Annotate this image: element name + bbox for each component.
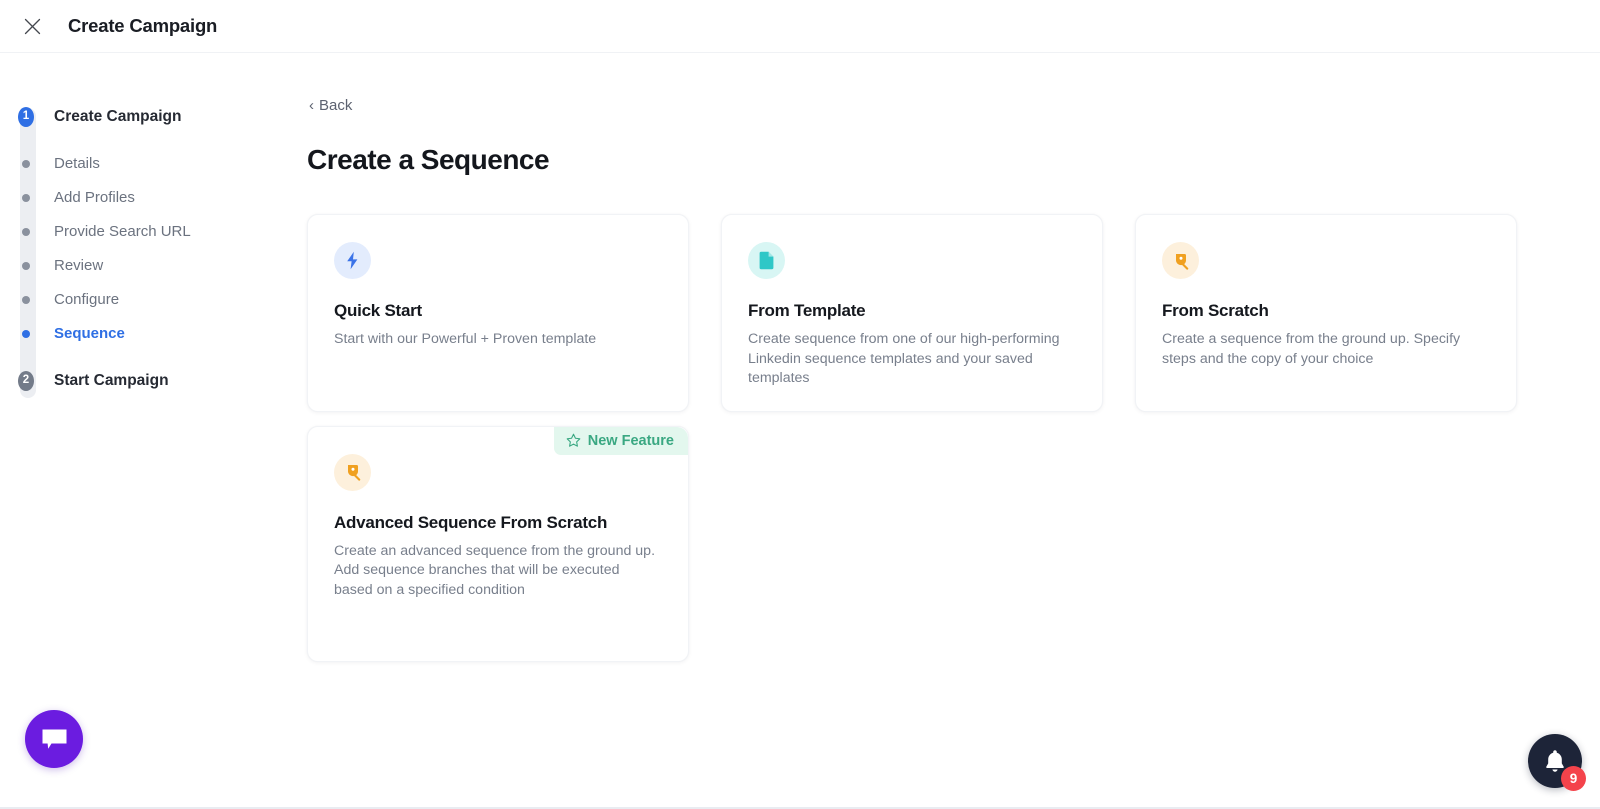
sidebar-item-label: Configure	[54, 291, 120, 309]
modal-header: Create Campaign	[0, 0, 1600, 53]
sidebar-item-label: Add Profiles	[54, 189, 135, 207]
step-marker	[18, 330, 34, 338]
step-marker	[18, 160, 34, 168]
star-icon	[566, 433, 581, 448]
sidebar-item-label: Review	[54, 257, 104, 275]
sidebar-item-configure[interactable]: Configure	[18, 283, 290, 317]
chevron-left-icon: ‹	[309, 97, 314, 114]
bell-icon	[1546, 750, 1564, 772]
step-marker	[18, 296, 34, 304]
page-title: Create Campaign	[68, 15, 218, 36]
main-content: ‹ Back Create a Sequence Quick Start Sta…	[290, 53, 1600, 807]
sidebar-item-label: Provide Search URL	[54, 223, 191, 241]
document-icon	[748, 242, 785, 279]
card-title: From Scratch	[1162, 301, 1269, 320]
lightning-bolt-icon	[334, 242, 371, 279]
new-feature-badge: New Feature	[553, 426, 688, 455]
campaign-stepper: 1 Create Campaign Details Add Profiles P…	[0, 100, 290, 398]
step-dot	[22, 194, 30, 202]
card-from-template[interactable]: From Template Create sequence from one o…	[721, 214, 1103, 412]
new-feature-badge-label: New Feature	[587, 432, 674, 449]
back-button-label: Back	[319, 97, 353, 114]
step-dot	[22, 160, 30, 168]
close-icon[interactable]	[15, 9, 49, 43]
card-quick-start[interactable]: Quick Start Start with our Powerful + Pr…	[307, 214, 689, 412]
notifications-button[interactable]: 9	[1528, 734, 1586, 791]
step-marker	[18, 262, 34, 270]
create-campaign-modal: Create Campaign 1 Create Campaign Detail…	[0, 0, 1600, 809]
sidebar-item-label: Details	[54, 155, 100, 173]
pen-nib-icon	[334, 453, 371, 491]
step-dot-current	[22, 330, 30, 338]
card-title: Advanced Sequence From Scratch	[334, 512, 608, 532]
sidebar-item-create-campaign[interactable]: 1 Create Campaign	[18, 100, 290, 134]
sidebar-item-label: Sequence	[54, 325, 125, 343]
sequence-options-grid: Quick Start Start with our Powerful + Pr…	[307, 214, 1517, 662]
step-marker	[18, 194, 34, 202]
sidebar-item-label: Create Campaign	[54, 108, 182, 125]
modal-body: 1 Create Campaign Details Add Profiles P…	[0, 53, 1600, 807]
back-button[interactable]: ‹ Back	[307, 95, 354, 116]
sidebar-item-start-campaign[interactable]: 2 Start Campaign	[18, 364, 290, 398]
sidebar-item-details[interactable]: Details	[18, 147, 290, 181]
step-number-badge: 1	[18, 107, 34, 127]
section-title: Create a Sequence	[307, 144, 550, 175]
sidebar-item-review[interactable]: Review	[18, 249, 290, 283]
card-description: Create a sequence from the ground up. Sp…	[1162, 331, 1461, 367]
card-description: Create an advanced sequence from the gro…	[334, 542, 656, 598]
card-from-scratch[interactable]: From Scratch Create a sequence from the …	[1135, 214, 1517, 412]
pen-nib-icon	[1162, 242, 1199, 279]
sidebar: 1 Create Campaign Details Add Profiles P…	[0, 53, 290, 807]
step-marker: 2	[18, 371, 34, 391]
step-dot	[22, 228, 30, 236]
step-dot	[22, 296, 30, 304]
card-description: Create sequence from one of our high-per…	[748, 331, 1060, 387]
card-title: Quick Start	[334, 301, 422, 320]
sidebar-item-add-profiles[interactable]: Add Profiles	[18, 181, 290, 215]
card-description: Start with our Powerful + Proven templat…	[334, 331, 597, 347]
notification-count-badge: 9	[1561, 766, 1586, 791]
step-dot	[22, 262, 30, 270]
step-number-badge: 2	[18, 371, 34, 391]
chat-bubble-icon	[42, 729, 66, 749]
card-title: From Template	[748, 301, 866, 320]
step-marker: 1	[18, 107, 34, 127]
card-advanced-sequence-from-scratch[interactable]: New Feature Advanced Sequence From Scrat…	[307, 425, 689, 662]
sidebar-item-provide-search-url[interactable]: Provide Search URL	[18, 215, 290, 249]
sidebar-item-label: Start Campaign	[54, 372, 169, 389]
sidebar-item-sequence[interactable]: Sequence	[18, 317, 290, 351]
step-marker	[18, 228, 34, 236]
chat-widget-button[interactable]	[25, 710, 83, 768]
